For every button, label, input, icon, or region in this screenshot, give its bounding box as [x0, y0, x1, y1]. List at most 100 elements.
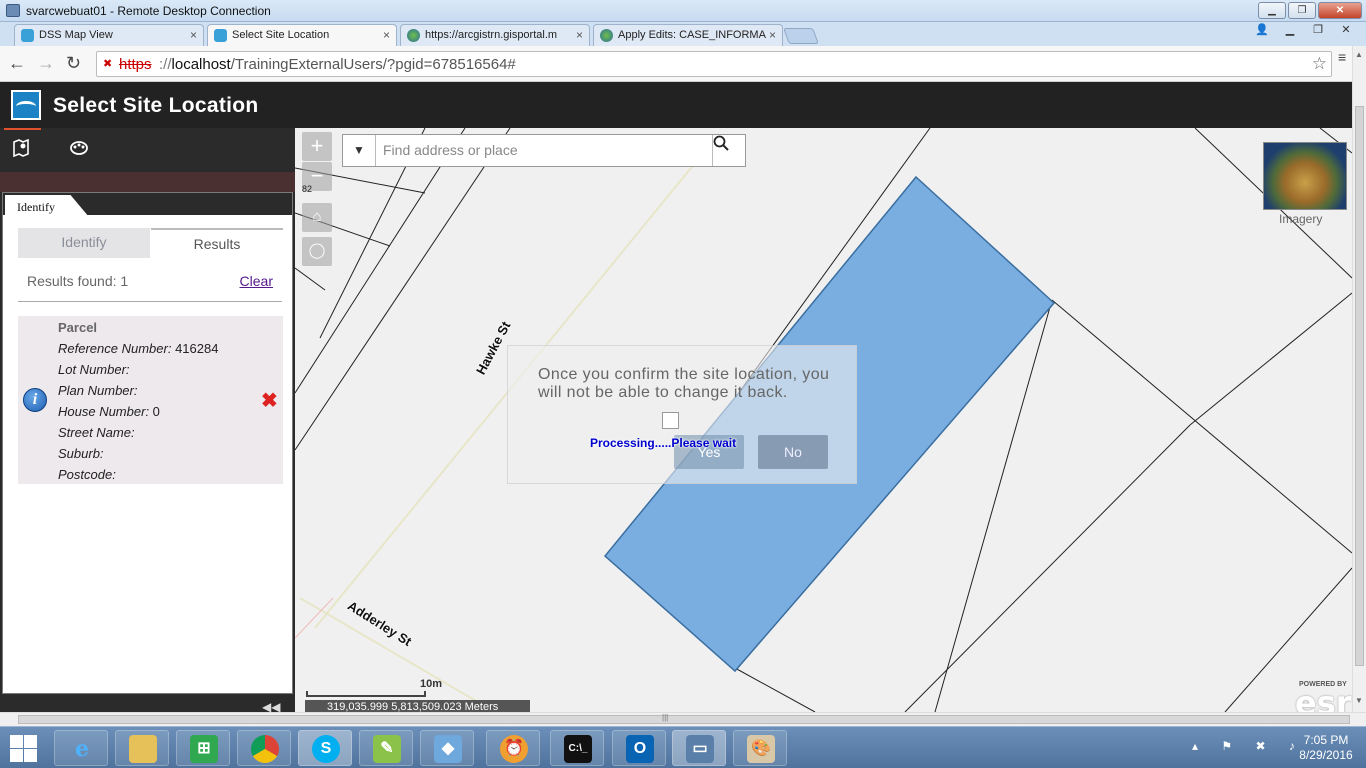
restore-button[interactable]: ❐ — [1288, 2, 1316, 19]
dss-favicon-icon — [21, 29, 34, 42]
user-icon[interactable]: 👤 — [1248, 22, 1276, 40]
identify-subtabs: Identify Results — [18, 228, 283, 259]
field-value: 0 — [152, 404, 160, 419]
identify-panel: Identify Identify Results Results found:… — [2, 192, 293, 694]
taskbar: e ⊞ S ✎ ◆ ⏰ C:\_ O ▭ 🎨 ▴ ⚑ ✖ ♪ 7:05 PM 8… — [0, 726, 1366, 768]
tab-label: Select Site Location — [232, 29, 330, 41]
coordinates-readout: 319,035.999 5,813,509.023 Meters — [305, 700, 530, 712]
app-icon[interactable]: ◆ — [420, 730, 474, 766]
field-label: Postcode — [58, 467, 113, 482]
globe-icon — [407, 29, 420, 42]
info-icon[interactable]: i — [23, 388, 47, 412]
results-divider — [18, 301, 282, 302]
tab-label: https://arcgistrn.gisportal.m — [425, 29, 558, 41]
browser-window-controls: 👤 ▁ ❐ ✕ — [1248, 22, 1360, 40]
restore-button[interactable]: ❐ — [1304, 22, 1332, 40]
basemap-gallery-icon[interactable] — [69, 139, 89, 159]
scroll-down-arrow-icon[interactable]: ▼ — [1355, 696, 1363, 705]
chrome-menu-icon[interactable]: ≡ — [1338, 50, 1350, 64]
scroll-up-arrow-icon[interactable]: ▲ — [1355, 50, 1363, 59]
subtab-results[interactable]: Results — [151, 228, 283, 258]
result-field-street-name: Street Name: — [58, 425, 135, 440]
insecure-lock-icon[interactable]: ✖ — [103, 57, 117, 71]
field-value: 416284 — [175, 341, 219, 356]
horizontal-scrollbar[interactable]: ||| — [0, 712, 1366, 726]
search-input[interactable] — [383, 142, 703, 158]
minimize-button[interactable]: ▁ — [1258, 2, 1286, 19]
outlook-icon[interactable]: O — [612, 730, 666, 766]
reload-icon[interactable]: ↻ — [66, 53, 81, 74]
remove-result-icon[interactable]: ✖ — [261, 388, 278, 413]
vertical-scrollbar[interactable]: ▲ ▼ — [1352, 46, 1366, 712]
scroll-thumb[interactable] — [18, 715, 1350, 724]
internet-explorer-icon[interactable]: e — [54, 730, 108, 766]
clock[interactable]: 7:05 PM 8/29/2016 — [1296, 733, 1356, 763]
basemap-toggle-thumbnail[interactable] — [1263, 142, 1347, 210]
app-title: Select Site Location — [53, 94, 259, 117]
clear-link[interactable]: Clear — [240, 273, 273, 289]
esri-logo: esri — [1295, 684, 1352, 712]
outlook-reminder-icon[interactable]: ⏰ — [486, 730, 540, 766]
tab-select-site-location[interactable]: Select Site Location × — [207, 24, 397, 46]
new-tab-button[interactable] — [783, 28, 819, 44]
forward-arrow-icon[interactable]: → — [37, 53, 55, 74]
panel-band — [0, 172, 295, 192]
command-prompt-icon[interactable]: C:\_ — [550, 730, 604, 766]
no-button[interactable]: No — [758, 435, 828, 469]
clock-date: 8/29/2016 — [1299, 748, 1353, 762]
subtab-identify[interactable]: Identify — [18, 228, 150, 258]
widget-icon-bar — [0, 128, 295, 172]
url-host: localhost — [171, 56, 231, 73]
tab-identify[interactable]: Identify — [5, 195, 89, 217]
result-item[interactable]: Parcel Reference Number: 416284 Lot Numb… — [18, 316, 283, 484]
results-summary: Results found: 1 Clear — [27, 273, 273, 289]
tab-close-icon[interactable]: × — [190, 25, 197, 45]
skype-icon[interactable]: S — [298, 730, 352, 766]
system-tray[interactable]: ▴ ⚑ ✖ ♪ — [1192, 739, 1305, 753]
tab-close-icon[interactable]: × — [576, 25, 583, 45]
tab-apply-edits[interactable]: Apply Edits: CASE_INFORMA × — [593, 24, 783, 46]
panel-tab-row: Identify — [3, 193, 292, 217]
field-label: Street Name — [58, 425, 131, 440]
tab-dss-map-view[interactable]: DSS Map View × — [14, 24, 204, 46]
rdp-window-controls: ▁ ❐ ✕ — [1258, 2, 1362, 19]
remote-desktop-icon[interactable]: ▭ — [672, 730, 726, 766]
field-label: Reference Number — [58, 341, 168, 356]
search-source-dropdown[interactable]: ▼ — [343, 135, 376, 166]
store-icon[interactable]: ⊞ — [176, 730, 230, 766]
chrome-icon[interactable] — [237, 730, 291, 766]
file-explorer-icon[interactable] — [115, 730, 169, 766]
app-header: Select Site Location — [0, 82, 1352, 128]
address-bar[interactable]: ✖ https ://localhost/TrainingExternalUse… — [96, 51, 1332, 77]
tab-arcgis-portal[interactable]: https://arcgistrn.gisportal.m × — [400, 24, 590, 46]
home-icon[interactable]: ⌂ — [302, 203, 332, 232]
back-arrow-icon[interactable]: ← — [8, 53, 26, 74]
scalebar — [306, 691, 426, 697]
url-text: ://localhost/TrainingExternalUsers/?pgid… — [159, 56, 516, 73]
notepad-plus-icon[interactable]: ✎ — [359, 730, 413, 766]
minimize-button[interactable]: ▁ — [1276, 22, 1304, 40]
field-label: Plan Number — [58, 383, 134, 398]
result-field-reference-number: Reference Number: 416284 — [58, 341, 219, 356]
confirm-dialog: Once you confirm the site location, you … — [507, 345, 857, 484]
locate-icon[interactable]: ◯ — [302, 237, 332, 266]
scroll-grip-icon: ||| — [662, 713, 669, 722]
close-button[interactable]: ✕ — [1318, 2, 1362, 19]
search-icon[interactable] — [712, 135, 745, 166]
close-button[interactable]: ✕ — [1332, 22, 1360, 40]
search-box: ▼ — [342, 134, 746, 167]
scalebar-label: 10m — [420, 678, 443, 690]
basemap-label: Imagery — [1279, 212, 1323, 226]
bookmark-star-icon[interactable]: ☆ — [1312, 54, 1327, 74]
zoom-in-button[interactable]: + — [302, 132, 332, 161]
field-label: Suburb — [58, 446, 100, 461]
scroll-thumb[interactable] — [1355, 106, 1364, 666]
active-widget-indicator — [4, 128, 41, 130]
windows-start-icon[interactable] — [8, 733, 38, 763]
tab-close-icon[interactable]: × — [769, 25, 776, 45]
dialog-message: Once you confirm the site location, you … — [538, 366, 830, 401]
paint-icon[interactable]: 🎨 — [733, 730, 787, 766]
rdp-icon — [6, 4, 20, 17]
tab-close-icon[interactable]: × — [383, 25, 390, 45]
identify-map-icon[interactable] — [11, 138, 31, 159]
